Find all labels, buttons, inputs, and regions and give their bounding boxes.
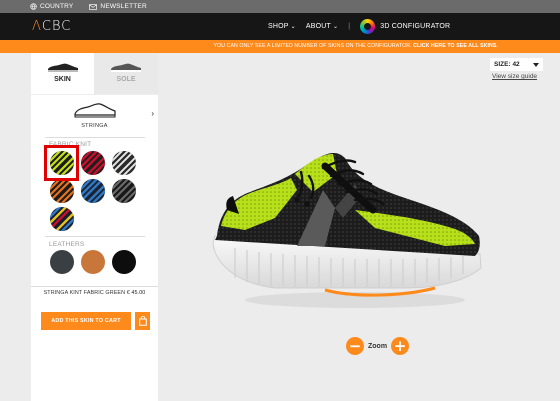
- size-label: SIZE:: [494, 61, 511, 68]
- chevron-down-icon: ⌄: [333, 24, 339, 30]
- swatch-knit-white[interactable]: [112, 151, 136, 175]
- selected-swatch-outline: [44, 145, 79, 181]
- tabs: SKIN SOLE: [31, 53, 158, 94]
- nav-configurator[interactable]: 3D CONFIGURATOR: [360, 19, 450, 34]
- swatch-leather-black[interactable]: [112, 250, 136, 274]
- model-selector[interactable]: STRINGA ›: [31, 94, 158, 130]
- shoe-outline-icon: [74, 103, 116, 118]
- caret-down-icon: [533, 63, 539, 67]
- divider: [45, 236, 145, 237]
- swatch-leather-tan[interactable]: [81, 250, 105, 274]
- utility-bar: COUNTRY NEWSLETTER: [0, 0, 560, 13]
- size-select[interactable]: SIZE: 42: [490, 58, 543, 71]
- bag-icon: [138, 316, 147, 326]
- nav-about[interactable]: ABOUT ⌄: [306, 23, 338, 30]
- tab-skin[interactable]: SKIN: [31, 53, 94, 94]
- size-guide-link[interactable]: View size guide: [492, 73, 537, 80]
- model-name: STRINGA: [81, 123, 108, 129]
- chevron-right-icon[interactable]: ›: [151, 109, 154, 118]
- tab-sole-label: SOLE: [116, 76, 136, 83]
- chevron-down-icon: ⌄: [290, 24, 296, 30]
- promo-banner: YOU CAN ONLY SEE A LIMITED NUMBER OF SKI…: [0, 40, 560, 53]
- swatch-knit-blue[interactable]: [81, 179, 105, 203]
- configurator-label: 3D CONFIGURATOR: [380, 23, 451, 30]
- divider: [45, 137, 145, 138]
- main-nav: ΛCBC SHOP ⌄ ABOUT ⌄ | 3D CONFIGURATOR: [0, 13, 560, 40]
- shoe-3d-preview[interactable]: [205, 118, 495, 318]
- newsletter-link[interactable]: NEWSLETTER: [89, 3, 147, 10]
- swatch-knit-grey[interactable]: [112, 179, 136, 203]
- newsletter-label: NEWSLETTER: [100, 3, 147, 10]
- product-price-line: STRINGA KINT FABRIC GREEN € 45.00: [31, 286, 158, 296]
- config-panel: SKIN SOLE STRINGA › FABRIC KNIT LEATHERS…: [31, 53, 158, 401]
- tab-skin-label: SKIN: [54, 76, 71, 83]
- nav-links: SHOP ⌄ ABOUT ⌄ | 3D CONFIGURATOR: [268, 13, 450, 40]
- swatch-leather-dark-grey[interactable]: [50, 250, 74, 274]
- country-label: COUNTRY: [40, 3, 74, 10]
- tab-sole[interactable]: SOLE: [94, 53, 158, 94]
- product-name: STRINGA KINT FABRIC GREEN: [43, 290, 126, 296]
- nav-shop[interactable]: SHOP ⌄: [268, 23, 296, 30]
- add-to-cart-button[interactable]: ADD THIS SKIN TO CART: [41, 312, 131, 330]
- product-price: € 45.00: [126, 290, 146, 296]
- configurator-ring-icon: [360, 19, 376, 34]
- swatch-knit-orange[interactable]: [50, 179, 74, 203]
- shoe-sole-icon: [111, 63, 141, 72]
- globe-icon: [30, 3, 37, 10]
- zoom-out-button[interactable]: −: [346, 337, 364, 355]
- shoe-skin-icon: [47, 63, 78, 72]
- zoom-in-button[interactable]: +: [391, 337, 410, 355]
- envelope-icon: [89, 3, 98, 10]
- see-all-skins-link[interactable]: CLICK HERE TO SEE ALL SKINS.: [413, 43, 498, 49]
- swatch-knit-multicolor[interactable]: [50, 207, 74, 231]
- size-value: 42: [512, 61, 520, 68]
- zoom-label: Zoom: [368, 342, 388, 350]
- swatch-knit-red[interactable]: [81, 151, 105, 175]
- nav-separator: |: [348, 23, 351, 30]
- country-link[interactable]: COUNTRY: [30, 3, 73, 10]
- zoom-controls: − Zoom +: [346, 337, 410, 355]
- cart-bag-button[interactable]: [135, 312, 150, 330]
- leathers-label: LEATHERS: [49, 241, 85, 248]
- logo[interactable]: ΛCBC: [32, 19, 71, 34]
